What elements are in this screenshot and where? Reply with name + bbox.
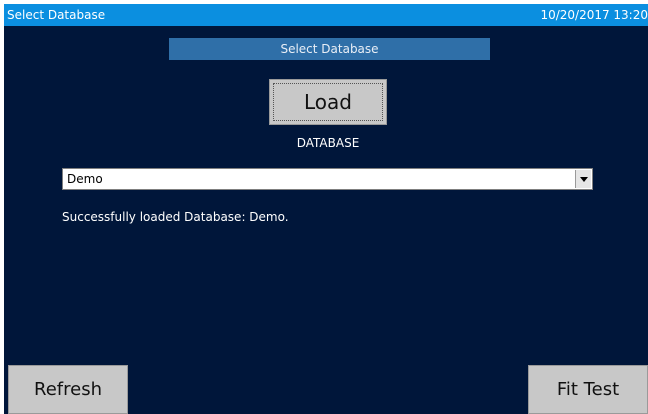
- status-message: Successfully loaded Database: Demo.: [62, 210, 289, 224]
- database-label: DATABASE: [296, 136, 360, 150]
- refresh-button[interactable]: Refresh: [8, 365, 128, 414]
- window-title: Select Database: [7, 8, 106, 22]
- database-select[interactable]: Demo: [62, 168, 593, 190]
- database-selected-value: Demo: [67, 172, 103, 186]
- fit-test-button[interactable]: Fit Test: [528, 365, 648, 414]
- select-database-screen: Select Database 10/20/2017 13:20 Select …: [4, 4, 648, 414]
- chevron-down-icon[interactable]: [575, 170, 591, 188]
- title-bar: Select Database 10/20/2017 13:20: [4, 4, 648, 26]
- datetime-display: 10/20/2017 13:20: [540, 8, 648, 22]
- section-header: Select Database: [169, 38, 490, 60]
- app-frame: Select Database 10/20/2017 13:20 Select …: [0, 0, 648, 414]
- load-button[interactable]: Load: [269, 79, 387, 125]
